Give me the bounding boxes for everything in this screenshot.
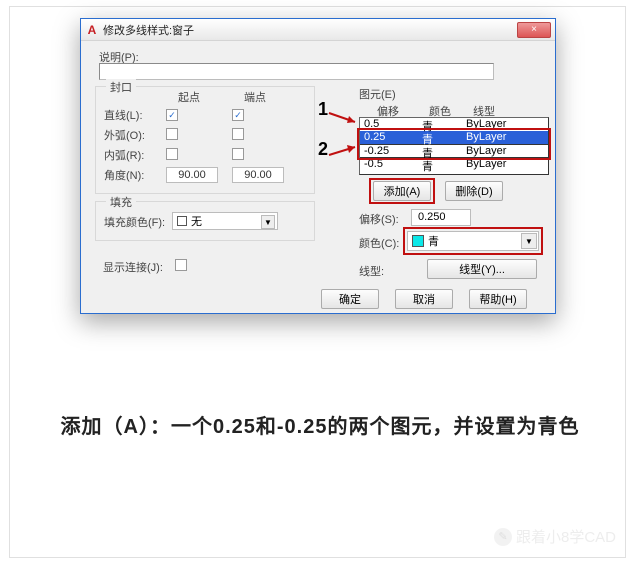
fill-swatch-icon	[177, 216, 187, 226]
dialog-body: 说明(P): 封口 起点 端点 直线(L): 外弧(O): 内弧(R):	[81, 41, 555, 313]
chain-checkbox[interactable]	[175, 259, 187, 271]
cap-inner-start-checkbox[interactable]	[166, 148, 178, 160]
elements-legend: 图元(E)	[359, 86, 396, 102]
elements-list[interactable]: 0.5 青 ByLayer 0.25 青 ByLayer -0.25 青 ByL…	[359, 117, 549, 175]
color-label: 颜色(C):	[359, 235, 399, 251]
cap-angle-label: 角度(N):	[104, 167, 166, 183]
cap-inner-label: 内弧(R):	[104, 147, 166, 163]
cyan-swatch-icon	[412, 235, 424, 247]
cap-outer-end-checkbox[interactable]	[232, 128, 244, 140]
cap-col-start: 起点	[178, 89, 200, 105]
linetype-button[interactable]: 线型(Y)...	[427, 259, 537, 279]
window-title: 修改多线样式:窗子	[103, 22, 194, 38]
add-button[interactable]: 添加(A)	[373, 181, 431, 201]
offset-input[interactable]: 0.250	[411, 209, 471, 226]
arrow-icon	[327, 143, 361, 161]
wechat-icon: ✎	[494, 528, 512, 546]
chain-label: 显示连接(J):	[103, 259, 163, 275]
dialog-window: A 修改多线样式:窗子 × 说明(P): 封口 起点 端点 直线(L): 外弧(…	[80, 18, 556, 314]
help-button[interactable]: 帮助(H)	[469, 289, 527, 309]
cap-col-end: 端点	[244, 89, 266, 105]
cap-angle-end-input[interactable]	[232, 167, 284, 183]
color-value: 青	[428, 233, 439, 249]
table-row[interactable]: 0.5 青 ByLayer	[360, 118, 548, 131]
offset-label: 偏移(S):	[359, 211, 399, 227]
cap-row-inner: 内弧(R):	[104, 147, 298, 163]
cap-row-outer: 外弧(O):	[104, 127, 298, 143]
table-row[interactable]: -0.5 青 ByLayer	[360, 157, 548, 170]
chevron-down-icon: ▼	[521, 233, 537, 249]
description-input[interactable]	[99, 63, 494, 80]
cap-inner-end-checkbox[interactable]	[232, 148, 244, 160]
delete-button[interactable]: 删除(D)	[445, 181, 503, 201]
fill-color-select[interactable]: 无 ▼	[172, 212, 278, 230]
cap-outer-label: 外弧(O):	[104, 127, 166, 143]
arrow-icon	[327, 107, 361, 125]
titlebar: A 修改多线样式:窗子 ×	[81, 19, 555, 41]
app-icon: A	[85, 23, 99, 37]
cap-row-angle: 角度(N):	[104, 167, 298, 183]
ok-button[interactable]: 确定	[321, 289, 379, 309]
fill-value: 无	[191, 213, 202, 229]
cap-angle-start-input[interactable]	[166, 167, 218, 183]
cap-row-line: 直线(L):	[104, 107, 298, 123]
fill-label: 填充颜色(F):	[104, 214, 165, 230]
watermark-text: 跟着小8学CAD	[516, 526, 616, 547]
cap-group: 封口 起点 端点 直线(L): 外弧(O): 内弧(R): 角度(N):	[95, 86, 315, 194]
cap-legend: 封口	[106, 79, 136, 95]
annotation-2: 2	[318, 139, 328, 160]
close-button[interactable]: ×	[517, 22, 551, 38]
chevron-down-icon: ▼	[261, 215, 275, 229]
caption-text: 添加（A）：一个0.25和-0.25的两个图元，并设置为青色	[0, 410, 640, 439]
fill-group: 填充 填充颜色(F): 无 ▼	[95, 201, 315, 241]
color-select[interactable]: 青 ▼	[407, 231, 539, 251]
annotation-1: 1	[318, 99, 328, 120]
table-row[interactable]: 0.25 青 ByLayer	[360, 131, 548, 144]
fill-legend: 填充	[106, 194, 136, 210]
watermark: ✎ 跟着小8学CAD	[494, 526, 616, 547]
table-row[interactable]: -0.25 青 ByLayer	[360, 144, 548, 157]
cap-line-label: 直线(L):	[104, 107, 166, 123]
linetype-label: 线型:	[359, 263, 384, 279]
cancel-button[interactable]: 取消	[395, 289, 453, 309]
cap-line-start-checkbox[interactable]	[166, 109, 178, 121]
cap-line-end-checkbox[interactable]	[232, 109, 244, 121]
cap-outer-start-checkbox[interactable]	[166, 128, 178, 140]
